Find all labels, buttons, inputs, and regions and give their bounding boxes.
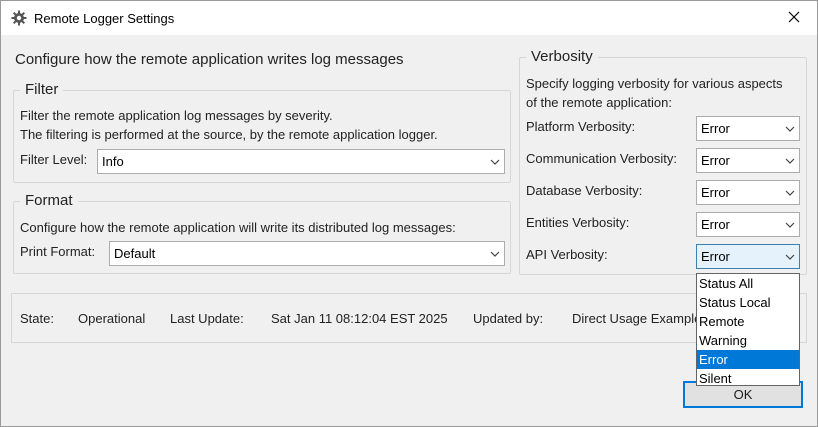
database-verbosity-value: Error xyxy=(701,185,730,200)
print-format-value: Default xyxy=(114,246,156,261)
updated-by-value: Direct Usage Example xyxy=(572,311,702,326)
dropdown-option-status-local[interactable]: Status Local xyxy=(697,293,799,312)
format-description: Configure how the remote application wil… xyxy=(20,220,456,235)
database-verbosity-label: Database Verbosity: xyxy=(526,183,643,198)
filter-level-label: Filter Level: xyxy=(20,152,88,167)
chevron-down-icon xyxy=(781,245,799,268)
window-title: Remote Logger Settings xyxy=(34,11,175,26)
filter-group-label: Filter xyxy=(20,81,64,98)
print-format-combo[interactable]: Default xyxy=(109,241,505,266)
chevron-down-icon xyxy=(781,181,799,204)
dialog-content: Configure how the remote application wri… xyxy=(1,35,817,426)
ok-button-label: OK xyxy=(733,387,753,402)
chevron-down-icon xyxy=(486,150,504,173)
verbosity-description-line2: of the remote application: xyxy=(526,95,672,110)
api-verbosity-dropdown-list: Status All Status Local Remote Warning E… xyxy=(696,273,800,386)
communication-verbosity-value: Error xyxy=(701,153,730,168)
dropdown-option-error[interactable]: Error xyxy=(697,350,799,369)
print-format-label: Print Format: xyxy=(20,244,96,259)
verbosity-description-line1: Specify logging verbosity for various as… xyxy=(526,76,783,91)
dropdown-option-warning[interactable]: Warning xyxy=(697,331,799,350)
settings-window: Remote Logger Settings Configure how the… xyxy=(0,0,818,427)
gear-icon xyxy=(11,10,27,26)
close-button[interactable] xyxy=(771,1,817,35)
close-icon xyxy=(788,11,800,26)
entities-verbosity-label: Entities Verbosity: xyxy=(526,215,630,230)
chevron-down-icon xyxy=(486,242,504,265)
filter-description-line1: Filter the remote application log messag… xyxy=(20,108,333,123)
format-group-label: Format xyxy=(20,192,78,209)
dropdown-option-silent[interactable]: Silent xyxy=(697,369,799,388)
api-verbosity-label: API Verbosity: xyxy=(526,247,608,262)
dropdown-option-status-all[interactable]: Status All xyxy=(697,274,799,293)
state-label: State: xyxy=(20,311,54,326)
entities-verbosity-combo[interactable]: Error xyxy=(696,212,800,237)
communication-verbosity-combo[interactable]: Error xyxy=(696,148,800,173)
platform-verbosity-combo[interactable]: Error xyxy=(696,116,800,141)
filter-description-line2: The filtering is performed at the source… xyxy=(20,127,438,142)
database-verbosity-combo[interactable]: Error xyxy=(696,180,800,205)
platform-verbosity-value: Error xyxy=(701,121,730,136)
page-heading: Configure how the remote application wri… xyxy=(15,51,404,68)
dropdown-option-remote[interactable]: Remote xyxy=(697,312,799,331)
entities-verbosity-value: Error xyxy=(701,217,730,232)
filter-level-value: Info xyxy=(102,154,124,169)
chevron-down-icon xyxy=(781,149,799,172)
chevron-down-icon xyxy=(781,213,799,236)
api-verbosity-combo[interactable]: Error xyxy=(696,244,800,269)
chevron-down-icon xyxy=(781,117,799,140)
last-update-label: Last Update: xyxy=(170,311,244,326)
last-update-value: Sat Jan 11 08:12:04 EST 2025 xyxy=(271,311,448,326)
updated-by-label: Updated by: xyxy=(473,311,544,326)
api-verbosity-value: Error xyxy=(701,249,730,264)
state-value: Operational xyxy=(78,311,146,326)
verbosity-group-label: Verbosity xyxy=(526,48,598,65)
platform-verbosity-label: Platform Verbosity: xyxy=(526,119,636,134)
title-bar: Remote Logger Settings xyxy=(1,1,817,35)
communication-verbosity-label: Communication Verbosity: xyxy=(526,151,678,166)
filter-level-combo[interactable]: Info xyxy=(97,149,505,174)
